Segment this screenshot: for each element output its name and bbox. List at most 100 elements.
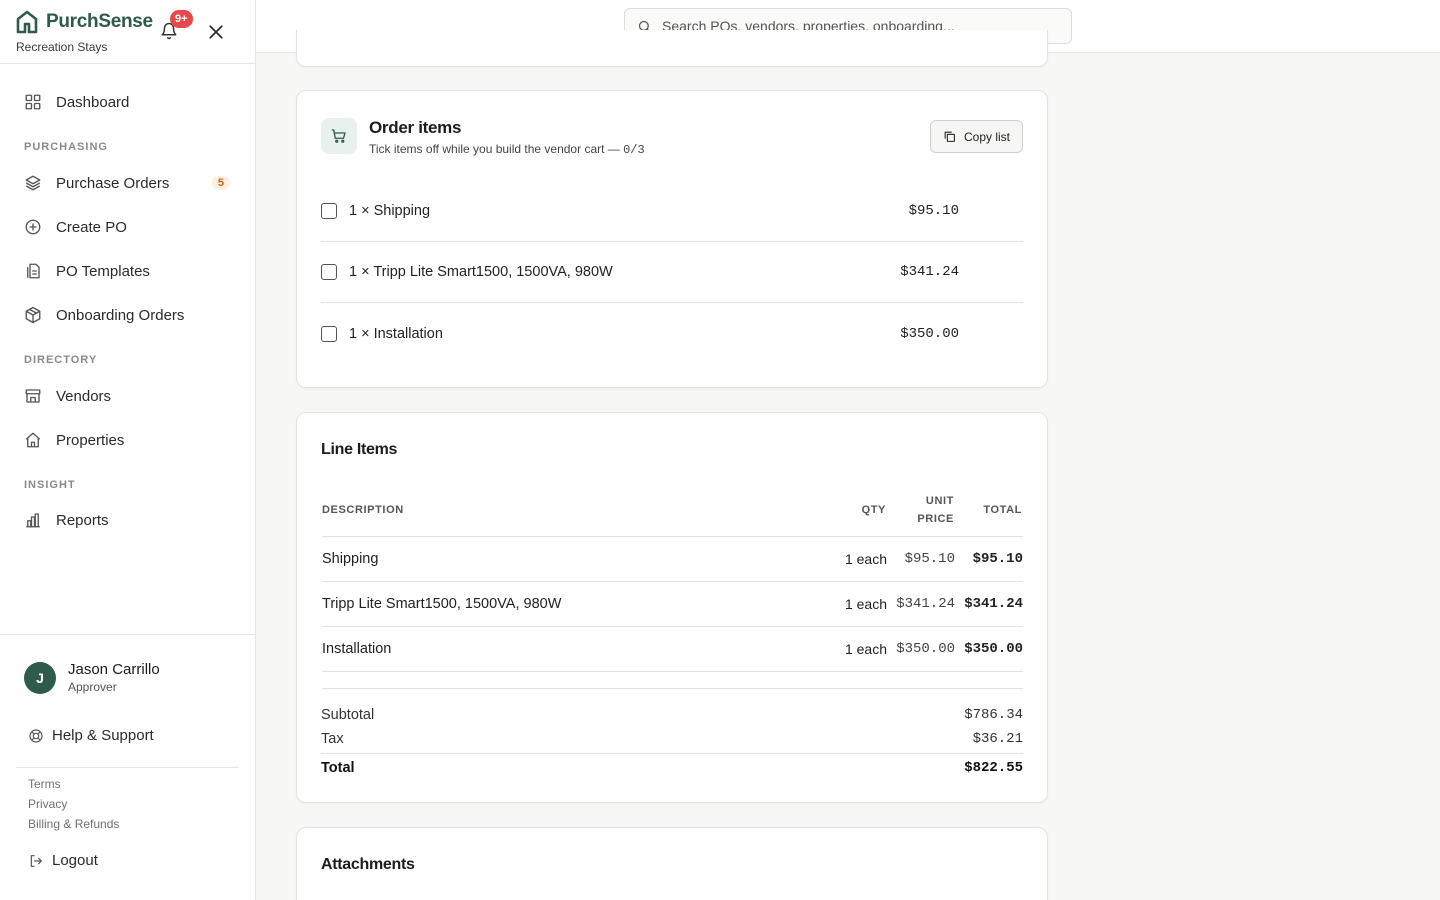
- sidebar-item-label: Onboarding Orders: [56, 306, 185, 324]
- total-value: $822.55: [964, 760, 1023, 776]
- sidebar-item-properties[interactable]: Properties: [16, 422, 240, 458]
- sidebar-item-label: Vendors: [56, 387, 112, 405]
- column-header-total: TOTAL: [983, 504, 1022, 516]
- column-header-unit-price-line2: PRICE: [917, 513, 954, 525]
- section-label-purchasing: PURCHASING: [24, 141, 108, 153]
- line-item-unit-price: $350.00: [896, 641, 955, 657]
- order-item-checkbox[interactable]: [321, 325, 337, 342]
- logout-label: Logout: [52, 852, 98, 869]
- order-item-price: $95.10: [908, 203, 959, 219]
- column-header-unit-price-line1: UNIT: [925, 495, 954, 507]
- line-item-description: Installation: [322, 641, 392, 657]
- attachments-card: Attachments: [296, 827, 1048, 900]
- line-item-total: $341.24: [964, 596, 1023, 612]
- brand-name: PurchSense: [46, 11, 153, 32]
- subtotal-value: $786.34: [964, 707, 1023, 723]
- total-label: Total: [321, 760, 355, 776]
- total-row: Total $822.55: [321, 760, 1023, 776]
- logout-button[interactable]: Logout: [28, 852, 98, 869]
- line-items-title: Line Items: [321, 441, 398, 458]
- section-label-insight: INSIGHT: [24, 479, 76, 491]
- help-support-link[interactable]: Help & Support: [28, 727, 154, 744]
- sidebar-item-onboarding-orders[interactable]: Onboarding Orders: [16, 297, 240, 333]
- order-item-row[interactable]: 1 × Tripp Lite Smart1500, 1500VA, 980W $…: [321, 242, 1023, 303]
- sidebar-divider: [0, 63, 256, 64]
- close-icon[interactable]: [206, 22, 226, 42]
- order-item-row[interactable]: 1 × Installation $350.00: [321, 303, 1023, 364]
- tax-value: $36.21: [972, 731, 1023, 747]
- line-item-total: $350.00: [964, 641, 1023, 657]
- table-divider: [322, 671, 1023, 672]
- sidebar-item-create-po[interactable]: Create PO: [16, 209, 240, 245]
- organization-name: Recreation Stays: [16, 40, 108, 54]
- order-item-label: 1 × Tripp Lite Smart1500, 1500VA, 980W: [349, 264, 613, 280]
- order-item-row[interactable]: 1 × Shipping $95.10: [321, 181, 1023, 242]
- column-header-qty: QTY: [861, 504, 886, 516]
- order-item-checkbox[interactable]: [321, 203, 337, 219]
- order-item-price: $350.00: [900, 325, 959, 342]
- line-items-card: Line Items DESCRIPTION QTY UNIT PRICE TO…: [296, 412, 1048, 803]
- sidebar-item-po-templates[interactable]: PO Templates: [16, 253, 240, 289]
- order-items-subtitle-text: Tick items off while you build the vendo…: [369, 142, 624, 156]
- help-label: Help & Support: [52, 727, 154, 744]
- logout-icon: [30, 854, 42, 867]
- order-items-progress: 0/3: [623, 143, 645, 157]
- package-icon: [25, 306, 41, 324]
- column-header-unit-price: UNIT PRICE: [917, 492, 954, 528]
- user-profile[interactable]: J Jason Carrillo Approver: [24, 661, 160, 694]
- footer-divider: [16, 767, 239, 768]
- store-icon: [25, 389, 41, 403]
- subtotal-label: Subtotal: [321, 707, 375, 723]
- bar-chart-icon: [26, 513, 40, 528]
- copy-icon: [944, 131, 955, 142]
- sidebar-item-label: Purchase Orders: [56, 174, 170, 192]
- billing-refunds-link[interactable]: Billing & Refunds: [28, 817, 119, 831]
- cart-icon-badge: [321, 118, 357, 154]
- notification-badge: 9+: [170, 10, 193, 28]
- document-copy-icon: [27, 263, 40, 279]
- sidebar-divider: [0, 634, 256, 635]
- line-item-qty: 1 each: [844, 641, 887, 657]
- sidebar-item-label: PO Templates: [56, 262, 150, 280]
- terms-link[interactable]: Terms: [28, 777, 61, 791]
- privacy-link[interactable]: Privacy: [28, 797, 67, 811]
- cart-icon: [331, 129, 346, 143]
- tax-label: Tax: [321, 731, 344, 747]
- home-icon: [25, 432, 41, 448]
- line-item-description: Tripp Lite Smart1500, 1500VA, 980W: [322, 596, 562, 612]
- tax-row: Tax $36.21: [321, 731, 1023, 747]
- order-item-label: 1 × Shipping: [349, 203, 431, 219]
- brand-logo[interactable]: PurchSense: [16, 10, 153, 34]
- sidebar-item-label: Properties: [56, 431, 125, 449]
- copy-list-label: Copy list: [963, 129, 1010, 144]
- user-name: Jason Carrillo: [68, 661, 160, 678]
- sidebar-item-dashboard[interactable]: Dashboard: [16, 84, 240, 120]
- line-item-unit-price: $95.10: [904, 551, 955, 567]
- line-item-qty: 1 each: [844, 596, 887, 612]
- avatar: J: [24, 661, 56, 694]
- order-item-checkbox[interactable]: [321, 264, 337, 280]
- sidebar-item-reports[interactable]: Reports: [16, 502, 240, 538]
- copy-list-button[interactable]: Copy list: [929, 120, 1023, 153]
- column-header-description: DESCRIPTION: [322, 504, 404, 516]
- sidebar-item-label: Dashboard: [56, 93, 130, 111]
- house-logo-icon: [16, 10, 38, 34]
- previous-card: [296, 30, 1048, 67]
- sidebar: PurchSense Recreation Stays 9+ Dashboard…: [0, 0, 256, 900]
- section-label-directory: DIRECTORY: [24, 354, 98, 366]
- table-row: Tripp Lite Smart1500, 1500VA, 980W 1 eac…: [322, 581, 1023, 626]
- grid-icon: [25, 94, 41, 110]
- table-row: Installation 1 each $350.00 $350.00: [322, 626, 1023, 671]
- total-divider: [321, 753, 1023, 754]
- purchase-orders-count-badge: 5: [211, 176, 230, 190]
- totals-divider: [322, 688, 1023, 689]
- order-items-subtitle: Tick items off while you build the vendo…: [369, 142, 645, 157]
- order-item-label: 1 × Installation: [349, 325, 443, 342]
- line-item-total: $95.10: [972, 551, 1023, 567]
- sidebar-item-vendors[interactable]: Vendors: [16, 378, 240, 414]
- line-item-qty: 1 each: [844, 551, 887, 567]
- layers-icon: [25, 175, 41, 191]
- sidebar-item-label: Reports: [56, 511, 109, 529]
- sidebar-item-purchase-orders[interactable]: Purchase Orders 5: [16, 165, 240, 201]
- order-items-title: Order items: [369, 118, 462, 137]
